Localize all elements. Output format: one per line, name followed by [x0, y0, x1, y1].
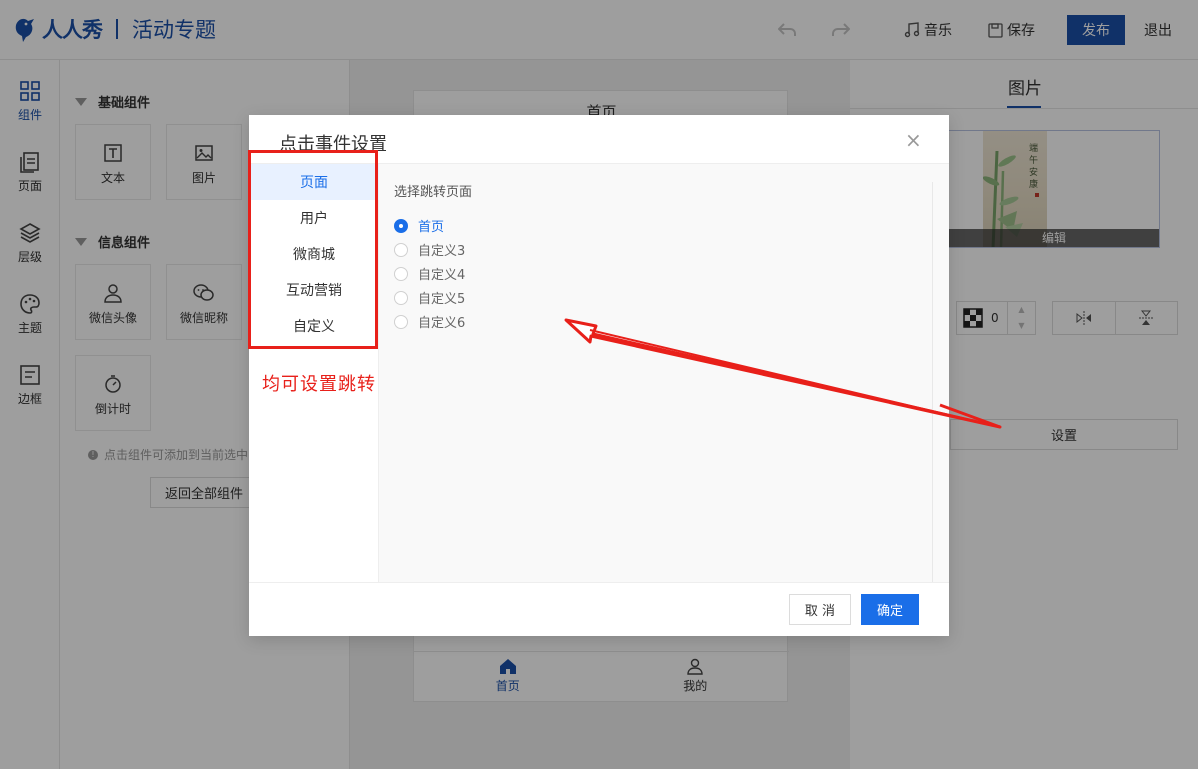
select-jump-page-label: 选择跳转页面 — [394, 185, 473, 200]
radio-checked-icon[interactable] — [394, 218, 408, 233]
confirm-button[interactable]: 确定 — [861, 594, 919, 625]
radio-label: 自定义5 — [418, 292, 466, 307]
radio-icon[interactable] — [394, 242, 408, 257]
radio-label: 自定义6 — [418, 316, 466, 331]
radio-icon[interactable] — [394, 314, 408, 329]
radio-option-custom3[interactable]: 自定义3 — [394, 240, 465, 259]
annotation-highlight-box — [248, 150, 378, 349]
radio-option-custom4[interactable]: 自定义4 — [394, 264, 465, 283]
radio-option-custom5[interactable]: 自定义5 — [394, 288, 465, 307]
content-scrollbar-track — [932, 182, 933, 582]
close-icon[interactable]: × — [905, 130, 922, 150]
radio-label: 首页 — [418, 220, 445, 235]
jump-page-content: 选择跳转页面 首页 自定义3 自定义4 自定义5 自定义6 — [379, 164, 949, 582]
radio-icon[interactable] — [394, 266, 408, 281]
annotation-text: 均可设置跳转 — [262, 374, 376, 395]
radio-option-home[interactable]: 首页 — [394, 216, 444, 235]
footer-divider — [249, 582, 949, 583]
radio-label: 自定义3 — [418, 244, 466, 259]
radio-icon[interactable] — [394, 290, 408, 305]
radio-label: 自定义4 — [418, 268, 466, 283]
cancel-button[interactable]: 取 消 — [789, 594, 851, 625]
radio-option-custom6[interactable]: 自定义6 — [394, 312, 465, 331]
